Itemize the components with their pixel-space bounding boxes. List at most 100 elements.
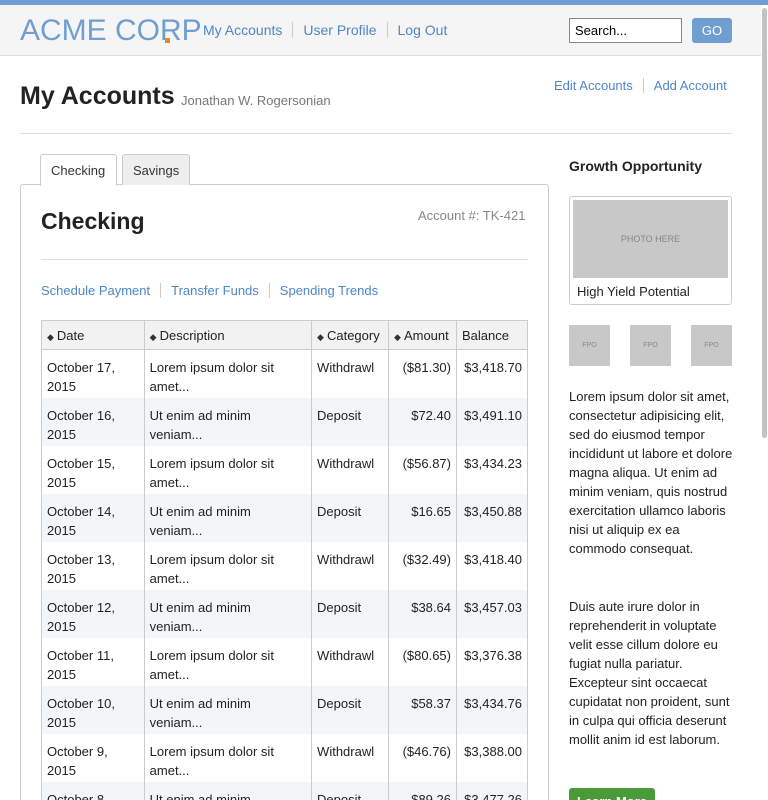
cell-amount-text: $58.37	[411, 695, 451, 711]
photo-placeholder: PHOTO HERE	[573, 200, 728, 278]
table-row[interactable]: October 8,2015Ut enim ad minimveniam... D…	[41, 781, 529, 800]
cell-description-text: Ut enim ad minim	[149, 695, 251, 711]
table-header-row: ◆ Date ◆ Description ◆ Category ◆ Amount Bal…	[41, 320, 529, 350]
table-row[interactable]: October 17, 2015 Lorem ipsum dolor sit amet…	[41, 349, 529, 398]
cell-date: October 10, 2015	[41, 685, 145, 734]
cell-date-text: October 10,	[47, 695, 115, 711]
cell-balance-text: $3,477.26	[464, 791, 522, 800]
cell-date-text: 2015	[47, 570, 76, 586]
cell-date-text: October 15,	[47, 455, 115, 471]
cell-description-text: veniam...	[149, 426, 203, 442]
tab-savings[interactable]: Savings	[122, 154, 190, 185]
cell-category: Withdrawl	[311, 349, 390, 398]
cell-description-text: amet...	[149, 570, 190, 586]
main-nav: My Accounts User Profile Log Out	[203, 22, 467, 38]
photo-caption: High Yield Potential	[577, 284, 690, 299]
table-row[interactable]: October 13, 2015 Lorem ipsum dolor sit amet…	[41, 541, 529, 590]
account-number: Account #: TK-421	[418, 208, 526, 223]
cell-description-text: Ut enim ad minim	[149, 599, 251, 615]
cell-category: Deposit	[311, 685, 390, 734]
cell-amount: $16.65	[388, 493, 457, 542]
cell-amount: ($46.76)	[388, 733, 457, 782]
cell-description-text: Ut enim ad minim	[149, 791, 251, 800]
promo-card[interactable]: PHOTO HERE High Yield Potential	[569, 196, 732, 305]
cell-balance: $3,450.88	[455, 493, 529, 542]
cell-category-text: Deposit	[317, 791, 362, 800]
cell-amount-text: $16.65	[411, 503, 451, 519]
cell-category-text: Deposit	[317, 503, 362, 519]
cell-balance-text: $3,376.38	[464, 647, 522, 663]
panel-title: Checking	[41, 208, 145, 234]
tab-checking[interactable]: Checking	[40, 154, 117, 186]
search-input[interactable]	[569, 18, 682, 43]
cell-balance-text: $3,450.88	[464, 503, 522, 519]
cell-date: October 9, 2015	[41, 733, 145, 782]
table-row[interactable]: October 16, 2015 Ut enim ad minim veniam...…	[41, 397, 529, 446]
thumbnail-placeholder[interactable]: FPO	[691, 325, 732, 366]
schedule-payment-link[interactable]: Schedule Payment	[41, 283, 162, 298]
cell-balance: $3,418.40	[455, 541, 529, 590]
cell-amount: $58.37	[388, 685, 457, 734]
learn-more-button[interactable]: Learn More	[569, 788, 655, 800]
cell-date-text: 2015	[47, 618, 76, 634]
cell-amount-text: ($81.30)	[402, 360, 451, 375]
table-row[interactable]: October 10, 2015 Ut enim ad minim veniam...…	[41, 685, 529, 734]
add-account-link[interactable]: Add Account	[654, 78, 727, 93]
table-row[interactable]: October 15, 2015 Lorem ipsum dolor sit amet…	[41, 445, 529, 494]
cell-date-text: October 14,	[47, 503, 115, 519]
cell-description-text: amet...	[149, 474, 190, 490]
cell-balance-text: $3,434.23	[464, 455, 522, 471]
transfer-funds-link[interactable]: Transfer Funds	[171, 283, 270, 298]
search-go-button[interactable]: GO	[692, 18, 732, 43]
cell-description: Lorem ipsum dolor sit amet...	[143, 349, 313, 398]
cell-date-text: 2015	[47, 714, 76, 730]
cell-description: Ut enim ad minim veniam...	[143, 493, 313, 542]
column-header-amount[interactable]: ◆ Amount	[388, 320, 457, 350]
cell-category: Withdrawl	[311, 445, 390, 494]
column-header-date[interactable]: ◆ Date	[41, 320, 145, 350]
cell-balance-text: $3,418.70	[464, 360, 522, 375]
column-header-balance[interactable]: Balance	[455, 320, 529, 350]
cell-description: Ut enim ad minim veniam...	[143, 589, 313, 638]
cell-date-text: 2015	[47, 762, 76, 778]
cell-date-text: 2015	[47, 379, 76, 394]
table-row[interactable]: October 11, 2015 Lorem ipsum dolor sit amet…	[41, 637, 529, 686]
cell-balance-text: $3,388.00	[464, 743, 522, 759]
cell-amount-text: ($46.76)	[402, 743, 451, 759]
cell-date-text: 2015	[47, 474, 76, 490]
cell-description-text: Lorem ipsum dolor sit	[149, 551, 274, 567]
scrollbar-thumb[interactable]	[762, 8, 767, 438]
column-header-category[interactable]: ◆ Category	[311, 320, 390, 350]
table-row[interactable]: October 9, 2015 Lorem ipsum dolor sit amet.…	[41, 733, 529, 782]
nav-user-profile[interactable]: User Profile	[303, 22, 388, 38]
cell-date-text: October 16,	[47, 407, 115, 423]
thumbnail-placeholder[interactable]: FPO	[569, 325, 610, 366]
column-header-description[interactable]: ◆ Description	[143, 320, 313, 350]
column-header-label: Balance	[461, 327, 509, 343]
spending-trends-link[interactable]: Spending Trends	[280, 283, 388, 298]
cell-balance: $3,477.26	[455, 781, 529, 800]
cell-amount: $72.40	[388, 397, 457, 446]
logo[interactable]: ACME CORP	[20, 14, 202, 48]
cell-date: October 16, 2015	[41, 397, 145, 446]
cell-balance: $3,388.00	[455, 733, 529, 782]
sidebar-title: Growth Opportunity	[569, 158, 702, 174]
cell-date-text: October 12,	[47, 599, 115, 615]
column-header-label: Amount	[403, 327, 449, 343]
cell-date: October 8,2015	[41, 781, 145, 800]
cell-category-text: Withdrawl	[317, 743, 375, 759]
cell-description-text: Lorem ipsum dolor sit	[149, 743, 274, 759]
cell-category: Deposit	[311, 397, 390, 446]
nav-log-out[interactable]: Log Out	[398, 22, 458, 38]
cell-balance-text: $3,418.40	[464, 551, 522, 567]
thumbnail-placeholder[interactable]: FPO	[630, 325, 671, 366]
table-row[interactable]: October 14, 2015 Ut enim ad minim veniam...…	[41, 493, 529, 542]
edit-accounts-link[interactable]: Edit Accounts	[554, 78, 644, 93]
nav-my-accounts[interactable]: My Accounts	[203, 22, 294, 38]
column-header-label: Description	[159, 327, 225, 343]
cell-description-text: amet...	[149, 762, 190, 778]
table-row[interactable]: October 12, 2015 Ut enim ad minim veniam...…	[41, 589, 529, 638]
cell-date: October 15, 2015	[41, 445, 145, 494]
cell-date-text: October 17,	[47, 360, 115, 375]
cell-date-text: October 9,	[47, 743, 108, 759]
